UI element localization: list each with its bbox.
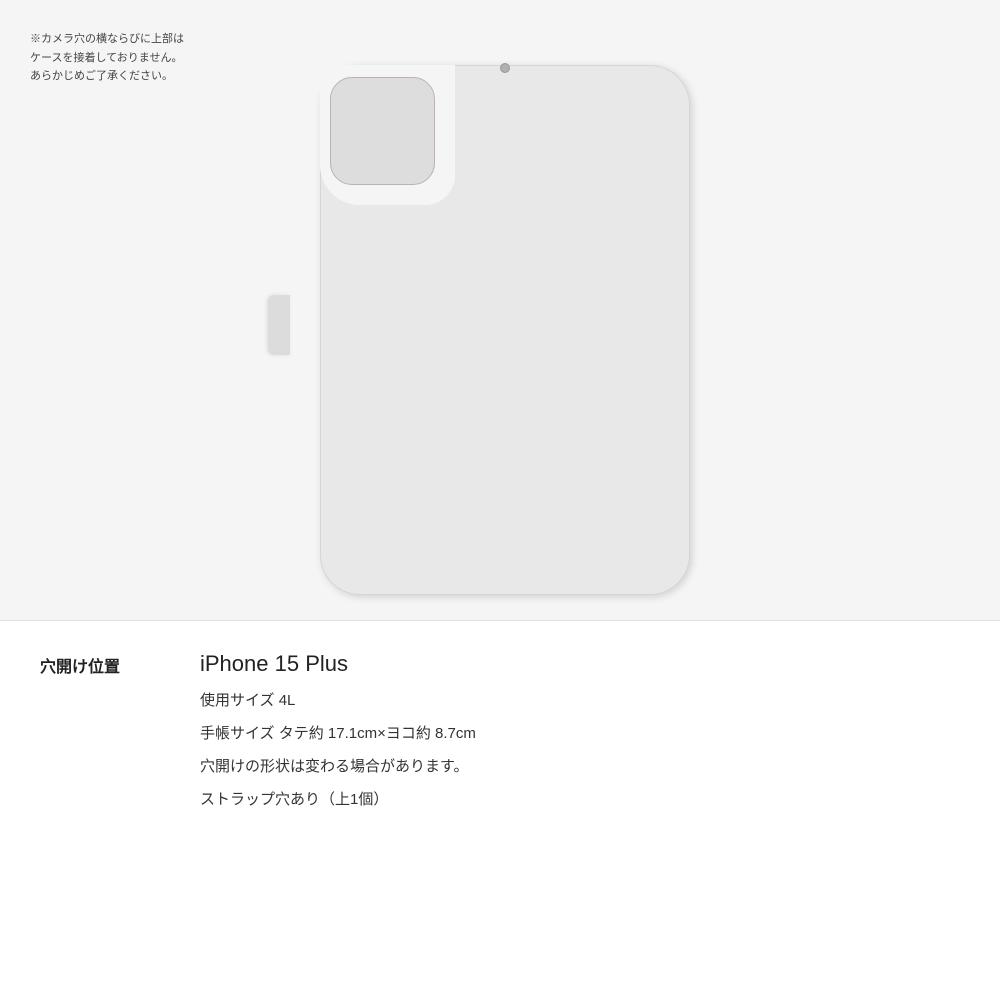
case-belt xyxy=(268,295,290,355)
device-name: iPhone 15 Plus xyxy=(200,651,960,677)
info-detail-3: 穴開けの形状は変わる場合があります。 xyxy=(200,753,960,780)
info-detail-1: 使用サイズ 4L xyxy=(200,687,960,714)
case-body xyxy=(320,65,690,595)
info-details-column: iPhone 15 Plus 使用サイズ 4L 手帳サイズ タテ約 17.1cm… xyxy=(200,651,960,813)
camera-module xyxy=(330,77,435,185)
note-line-3: あらかじめご了承ください。 xyxy=(30,67,184,86)
note-line-1: ※カメラ穴の横ならびに上部は xyxy=(30,30,184,49)
info-section: 穴開け位置 iPhone 15 Plus 使用サイズ 4L 手帳サイズ タテ約 … xyxy=(0,620,1000,1000)
info-label: 穴開け位置 xyxy=(40,659,120,676)
strap-hole xyxy=(500,63,510,73)
note-text: ※カメラ穴の横ならびに上部は ケースを接着しておりません。 あらかじめご了承くだ… xyxy=(30,30,184,86)
camera-cutout-area xyxy=(320,65,455,205)
info-detail-4: ストラップ穴あり（上1個） xyxy=(200,786,960,813)
case-illustration-area: ※カメラ穴の横ならびに上部は ケースを接着しておりません。 あらかじめご了承くだ… xyxy=(0,0,1000,620)
info-label-column: 穴開け位置 xyxy=(40,651,200,677)
phone-case-wrapper xyxy=(290,45,710,605)
info-detail-2: 手帳サイズ タテ約 17.1cm×ヨコ約 8.7cm xyxy=(200,720,960,747)
note-line-2: ケースを接着しておりません。 xyxy=(30,49,184,68)
page-container: ※カメラ穴の横ならびに上部は ケースを接着しておりません。 あらかじめご了承くだ… xyxy=(0,0,1000,1000)
